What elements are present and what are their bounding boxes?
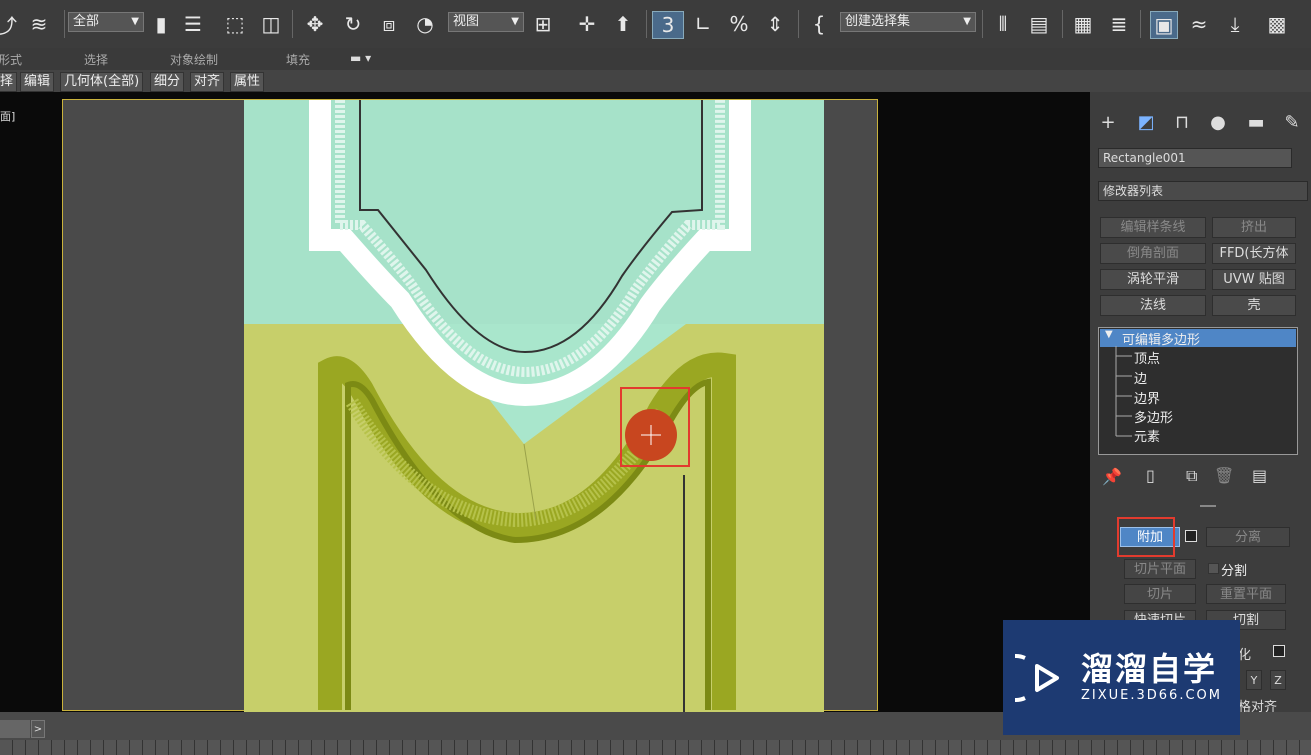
rollout-separator (1200, 505, 1216, 507)
stack-item-vertex[interactable]: 顶点 (1134, 348, 1160, 367)
align-y-button[interactable]: Y (1246, 670, 1262, 690)
modify-tab-icon[interactable]: ◩ (1134, 110, 1158, 134)
watermark-url: ZIXUE.3D66.COM (1081, 688, 1222, 703)
stack-item-polygon[interactable]: 多边形 (1134, 407, 1173, 426)
watermark-title: 溜溜自学 (1081, 650, 1218, 688)
align-z-button[interactable]: Z (1270, 670, 1286, 690)
stack-tree-lines (1115, 346, 1132, 437)
toggle-ribbon-icon[interactable]: ≣ (1106, 11, 1132, 37)
modifier-list-dropdown[interactable]: 修改器列表 (1098, 181, 1308, 201)
modifier-button-edit-spline[interactable]: 编辑样条线 (1100, 217, 1206, 238)
attach-highlight-box (1117, 517, 1175, 557)
make-unique-icon[interactable]: ⧉ (1186, 466, 1197, 486)
watermark: 溜溜自学 ZIXUE.3D66.COM (1003, 620, 1240, 735)
reset-plane-button[interactable]: 重置平面 (1206, 584, 1286, 604)
split-label: 分割 (1221, 564, 1248, 579)
toolbar-divider (1140, 10, 1141, 38)
hierarchy-tab-icon[interactable]: ⊓ (1170, 110, 1194, 134)
create-tab-icon[interactable]: + (1096, 110, 1120, 134)
modifier-button-normal[interactable]: 法线 (1100, 295, 1206, 316)
modifier-button-turbosmooth[interactable]: 涡轮平滑 (1100, 269, 1206, 290)
time-slider-track[interactable] (0, 720, 30, 738)
slice-plane-button[interactable]: 切片平面 (1124, 559, 1196, 579)
modifier-button-extrude[interactable]: 挤出 (1212, 217, 1296, 238)
timeline-ruler[interactable] (0, 740, 1311, 755)
remove-modifier-icon[interactable]: 🗑 (1214, 466, 1234, 485)
stack-item-element[interactable]: 元素 (1134, 426, 1160, 445)
render-setup-icon[interactable]: ▩ (1264, 11, 1290, 37)
split-checkbox[interactable] (1208, 563, 1219, 574)
modifier-button-uvw-map[interactable]: UVW 贴图 (1212, 269, 1296, 290)
schematic-view-icon[interactable]: ≈ (1186, 11, 1212, 37)
motion-tab-icon[interactable]: ● (1206, 110, 1230, 134)
stack-item-border[interactable]: 边界 (1134, 388, 1160, 407)
attach-settings-icon[interactable] (1185, 530, 1197, 542)
play-logo-icon (1015, 654, 1059, 702)
pin-stack-icon[interactable]: 📌 (1102, 467, 1122, 486)
configure-modifier-sets-icon[interactable]: ▤ (1252, 466, 1267, 485)
expand-triangle-icon[interactable]: ▼ (1105, 329, 1113, 340)
door-model[interactable] (0, 0, 1090, 712)
msmooth-settings-icon[interactable] (1273, 645, 1285, 657)
next-frame-icon[interactable]: > (31, 720, 45, 738)
object-name-field[interactable]: Rectangle001 (1098, 148, 1292, 168)
show-end-result-icon[interactable]: ▯ (1146, 466, 1155, 485)
display-tab-icon[interactable]: ▬ (1244, 110, 1268, 134)
stack-item-edge[interactable]: 边 (1134, 368, 1147, 387)
modifier-button-bevel-profile[interactable]: 倒角剖面 (1100, 243, 1206, 264)
material-editor-icon[interactable]: ⤓ (1222, 11, 1248, 37)
slice-button[interactable]: 切片 (1124, 584, 1196, 604)
utilities-tab-icon[interactable]: ✎ (1280, 110, 1304, 134)
modifier-button-ffd-box[interactable]: FFD(长方体 (1212, 243, 1296, 264)
detach-button[interactable]: 分离 (1206, 527, 1290, 547)
curve-editor-icon[interactable]: ▣ (1150, 11, 1178, 39)
modifier-button-shell[interactable]: 壳 (1212, 295, 1296, 316)
